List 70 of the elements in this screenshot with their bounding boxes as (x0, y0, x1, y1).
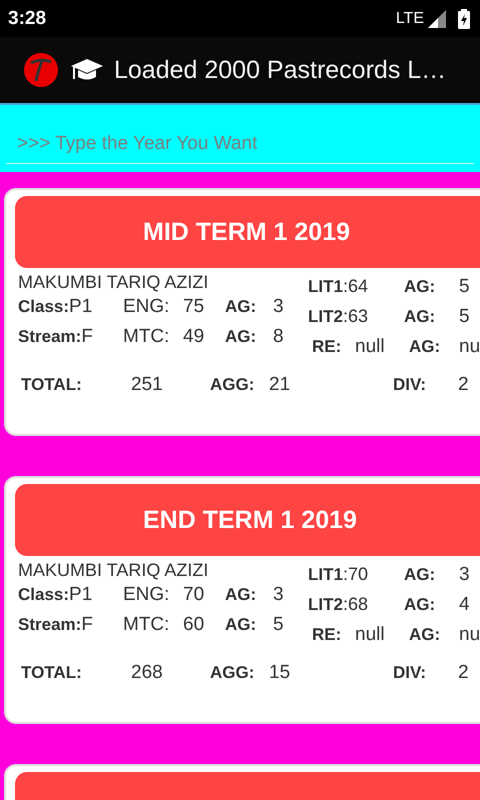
grade-label: AG: (225, 615, 258, 635)
grade-value: 4 (459, 594, 470, 616)
total-value: 268 (131, 662, 164, 684)
student-name: MAKUMBI TARIQ AZIZI (18, 560, 210, 582)
subject-label: LIT2 (308, 307, 343, 327)
grade-value: 8 (273, 326, 284, 348)
grade-label: AG: (225, 327, 258, 347)
grade-label: AG: (404, 595, 436, 615)
subject-label: LIT1 (308, 565, 343, 585)
subject-label: LIT1 (308, 277, 343, 297)
info-value: F (81, 614, 93, 636)
score-value: null (355, 624, 385, 646)
total-value: 251 (131, 374, 164, 396)
subject-label: RE: (312, 337, 342, 357)
info-value: F (81, 326, 93, 348)
term-title: MID TERM 1 2019 (143, 218, 350, 246)
grade-value: 3 (273, 296, 284, 318)
subject-label: MTC: (123, 326, 170, 348)
grade-value: nu (459, 624, 480, 646)
total-label: TOTAL: (21, 663, 83, 683)
subject-label: LIT2 (308, 595, 343, 615)
score-value: :64 (342, 276, 368, 297)
grade-label: AG: (225, 585, 258, 605)
subject-label: ENG: (123, 296, 170, 318)
total-label: TOTAL: (21, 375, 83, 395)
battery-icon (458, 8, 470, 28)
app-title: Loaded 2000 Pastrecords L… (114, 56, 446, 84)
grade-label: AG: (409, 337, 442, 357)
division-value: 2 (458, 662, 469, 684)
grade-label: AG: (225, 297, 258, 317)
subject-label: RE: (312, 625, 342, 645)
info-label: Stream: (18, 615, 82, 635)
score-value: 75 (183, 296, 206, 318)
info-label: Class: (18, 585, 70, 605)
subject-label: ENG: (123, 584, 170, 606)
app-logo (22, 51, 60, 89)
score-value: null (355, 336, 385, 358)
aggregate-label: AGG: (210, 663, 256, 683)
info-label: Stream: (18, 327, 82, 347)
signal-icon (428, 10, 446, 28)
grade-value: nu (459, 336, 480, 358)
grade-value: 3 (273, 584, 284, 606)
info-value: P1 (69, 296, 92, 318)
score-value: :68 (342, 594, 368, 615)
grade-value: 5 (459, 306, 470, 328)
aggregate-label: AGG: (210, 375, 256, 395)
student-name: MAKUMBI TARIQ AZIZI (18, 272, 210, 294)
score-value: 60 (183, 614, 206, 636)
grade-value: 3 (459, 564, 470, 586)
score-value: 70 (183, 584, 206, 606)
grade-label: AG: (404, 307, 436, 327)
aggregate-value: 21 (269, 374, 292, 396)
grade-label: AG: (404, 565, 436, 585)
score-value: :63 (342, 306, 368, 327)
grade-label: AG: (404, 277, 436, 297)
division-value: 2 (458, 374, 469, 396)
subject-label: MTC: (123, 614, 170, 636)
status-time: 3:28 (8, 8, 48, 30)
aggregate-value: 15 (269, 662, 292, 684)
grade-label: AG: (409, 625, 442, 645)
info-label: Class: (18, 297, 70, 317)
division-label: DIV: (393, 375, 428, 395)
term-title: END TERM 1 2019 (143, 506, 357, 534)
network-label: LTE (396, 10, 424, 28)
score-value: 49 (183, 326, 206, 348)
info-value: P1 (69, 584, 92, 606)
division-label: DIV: (393, 663, 428, 683)
score-value: :70 (342, 564, 368, 585)
grade-value: 5 (273, 614, 284, 636)
grade-value: 5 (459, 276, 470, 298)
